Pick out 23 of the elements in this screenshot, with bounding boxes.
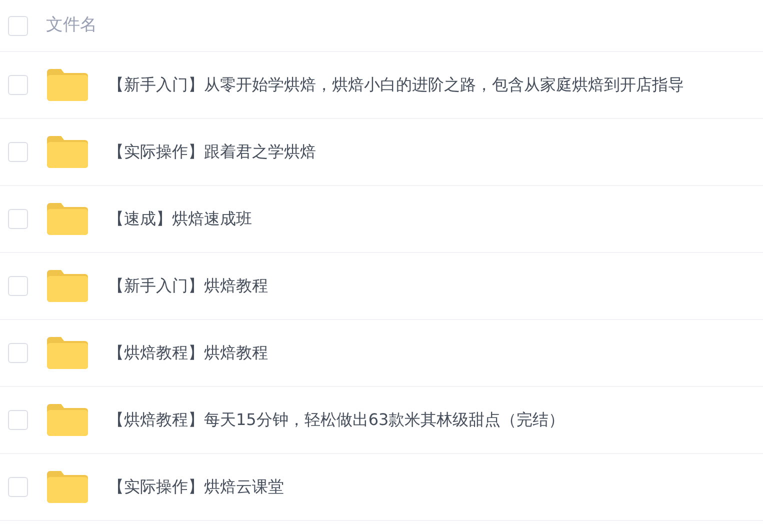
folder-icon [47, 404, 88, 436]
file-name[interactable]: 【速成】烘焙速成班 [108, 207, 252, 231]
checkbox[interactable] [8, 477, 28, 497]
file-name[interactable]: 【烘焙教程】烘焙教程 [108, 341, 268, 365]
folder-icon [47, 337, 88, 369]
checkbox[interactable] [8, 142, 28, 162]
file-name[interactable]: 【实际操作】烘焙云课堂 [108, 475, 284, 499]
folder-icon [47, 270, 88, 302]
folder-icon [47, 203, 88, 235]
checkbox[interactable] [8, 209, 28, 229]
folder-icon [47, 69, 88, 101]
folder-icon [47, 471, 88, 503]
checkbox[interactable] [8, 343, 28, 363]
checkbox[interactable] [8, 75, 28, 95]
column-header: 文件名 [46, 14, 97, 37]
file-name[interactable]: 【烘焙教程】每天15分钟，轻松做出63款米其林级甜点（完结） [108, 408, 565, 432]
file-name[interactable]: 【新手入门】从零开始学烘焙，烘焙小白的进阶之路，包含从家庭烘焙到开店指导 [108, 73, 684, 97]
folder-icon [47, 136, 88, 168]
checkbox[interactable] [8, 410, 28, 430]
file-name[interactable]: 【实际操作】跟着君之学烘焙 [108, 140, 316, 164]
file-name[interactable]: 【新手入门】烘焙教程 [108, 274, 268, 298]
checkbox[interactable] [8, 276, 28, 296]
checkbox[interactable] [8, 16, 28, 36]
